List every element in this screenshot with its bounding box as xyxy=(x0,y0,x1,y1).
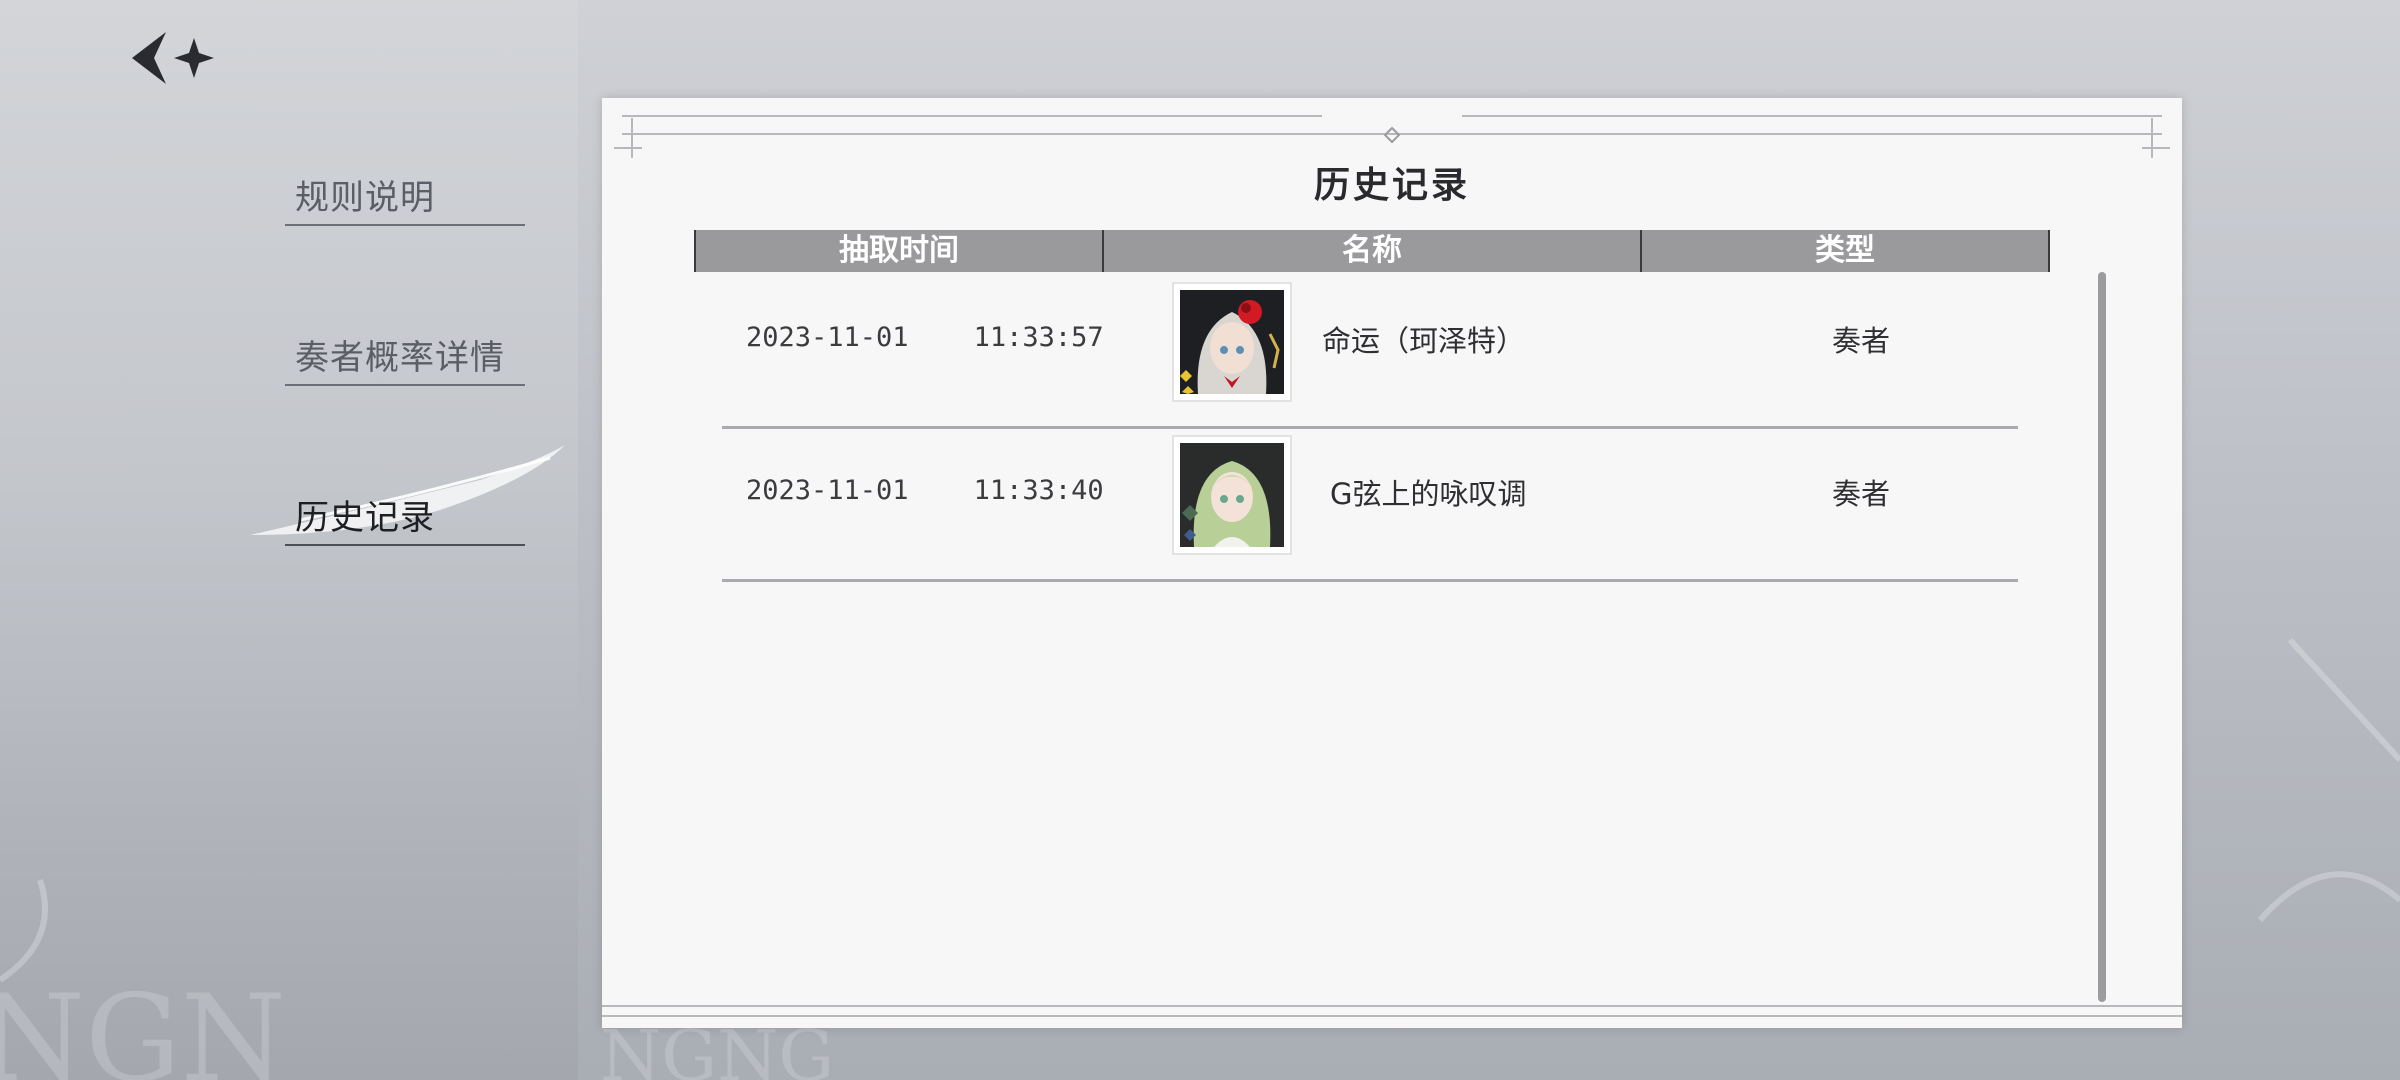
draw-time: 2023-11-01 11:33:40 xyxy=(746,475,1104,506)
draw-date: 2023-11-01 xyxy=(746,322,909,353)
panel-title: 历史记录 xyxy=(1313,164,1470,206)
menu-item-underline xyxy=(285,224,525,226)
draw-time: 2023-11-01 11:33:57 xyxy=(746,322,1104,353)
item-name: G弦上的咏叹调 xyxy=(1330,477,1527,511)
draw-date: 2023-11-01 xyxy=(746,475,909,506)
item-name: 命运（珂泽特） xyxy=(1322,324,1526,358)
menu-item-probability-details[interactable]: 奏者概率详情 xyxy=(285,330,525,390)
column-header-name: 名称 xyxy=(1102,230,1640,272)
item-type: 奏者 xyxy=(1832,324,1891,358)
avatar xyxy=(1172,435,1292,555)
draw-clock: 11:33:57 xyxy=(973,322,1104,353)
history-list: 2023-11-01 11:33:57 命运（珂泽特） 奏者 2023-11-0… xyxy=(722,276,2018,582)
character-portrait-white-hair-red-rose-icon xyxy=(1180,290,1284,394)
avatar xyxy=(1172,282,1292,402)
menu-item-rules[interactable]: 规则说明 xyxy=(285,170,525,230)
table-row: 2023-11-01 11:33:57 命运（珂泽特） 奏者 xyxy=(722,276,2018,429)
character-portrait-green-hair-icon xyxy=(1180,443,1284,547)
item-type: 奏者 xyxy=(1832,477,1891,511)
menu-item-history[interactable]: 历史记录 xyxy=(285,490,525,550)
column-header-type: 类型 xyxy=(1640,230,2050,272)
menu-item-rules-label: 规则说明 xyxy=(295,178,435,218)
table-header: 抽取时间 名称 类型 xyxy=(694,230,2050,272)
back-button[interactable] xyxy=(128,28,220,88)
column-header-time: 抽取时间 xyxy=(694,230,1102,272)
menu-item-underline xyxy=(285,544,525,546)
back-arrow-sparkle-icon xyxy=(132,32,214,84)
draw-clock: 11:33:40 xyxy=(973,475,1104,506)
menu-item-history-label: 历史记录 xyxy=(295,498,435,538)
menu-item-probability-details-label: 奏者概率详情 xyxy=(295,338,505,378)
history-scrollbar[interactable] xyxy=(2098,272,2106,1002)
history-panel: 历史记录 抽取时间 名称 类型 2023-11-01 11:33:57 命运（珂… xyxy=(602,98,2182,1028)
table-row: 2023-11-01 11:33:40 G弦上的咏叹调 奏者 xyxy=(722,429,2018,582)
menu-item-underline xyxy=(285,384,525,386)
